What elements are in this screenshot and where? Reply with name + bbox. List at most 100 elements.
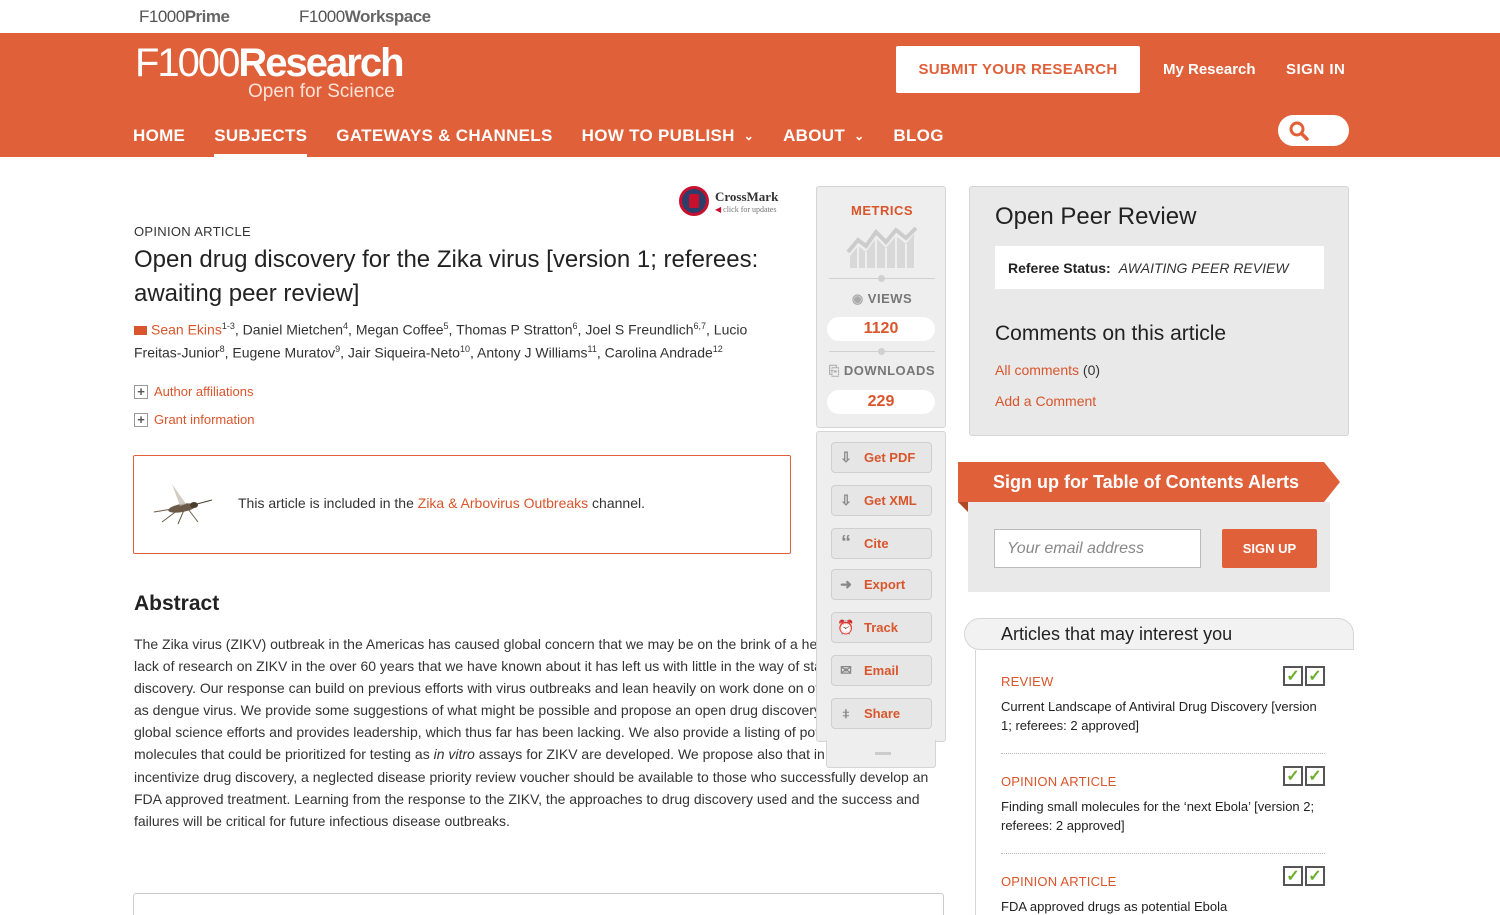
related-article-title: Finding small molecules for the ‘next Eb…	[1001, 799, 1315, 833]
tools-collapse-tab[interactable]	[826, 740, 936, 768]
author-sup: 6	[572, 321, 578, 331]
xml-icon: ⇩	[840, 492, 852, 508]
metrics-panel: METRICS ◉ VIEWS 1120 ⎘ DOWNLOADS 229	[816, 186, 946, 428]
crossmark-badge[interactable]: CrossMark ◀ click for updates	[679, 186, 778, 216]
author-name: Daniel Mietchen	[242, 321, 344, 338]
all-comments-label: All comments	[995, 362, 1080, 378]
share-icon: ⧧	[842, 705, 850, 721]
nav-home-label: HOME	[133, 126, 186, 145]
check-icon: ✓	[1305, 866, 1325, 886]
author-sup: 11	[587, 343, 597, 354]
crossmark-title: CrossMark	[715, 188, 779, 204]
cite-button[interactable]: “ Cite	[831, 528, 932, 559]
pdf-icon: ⇩	[840, 449, 852, 465]
my-research-link[interactable]: My Research	[1163, 61, 1256, 78]
author-sup: 4	[343, 321, 349, 331]
search-button[interactable]	[1278, 115, 1349, 146]
author-name: Jair Siqueira-Neto	[347, 344, 460, 361]
get-pdf-label: Get PDF	[864, 450, 916, 465]
downloads-count: 229	[827, 390, 935, 414]
plus-icon: +	[134, 412, 148, 427]
article-tools: ⇩ Get PDF ⇩ Get XML “ Cite ➜ Export ⏰ Track ✉…	[816, 431, 946, 742]
channel-link[interactable]: Zika & Arbovirus Outbreaks	[418, 495, 588, 511]
download-icon: ⎘	[828, 363, 840, 378]
referee-status-value: AWAITING PEER REVIEW	[1118, 259, 1289, 276]
email-button[interactable]: ✉ Email	[831, 655, 932, 686]
author-name: Antony J Williams	[477, 344, 588, 361]
track-button[interactable]: ⏰ Track	[831, 612, 932, 643]
author-list: Sean Ekins1-3, Daniel Mietchen4, Megan C…	[134, 321, 748, 361]
nav-how-to-publish-label: HOW TO PUBLISH	[581, 126, 735, 145]
nav-about-label: ABOUT	[783, 126, 846, 145]
nav-subjects[interactable]: SUBJECTS	[214, 126, 308, 157]
email-address-input[interactable]: Your email address	[994, 529, 1201, 568]
views-count: 1120	[827, 317, 935, 341]
eye-icon: ◉	[851, 291, 864, 306]
author-link[interactable]: Sean Ekins	[151, 322, 222, 338]
downloads-label: ⎘ DOWNLOADS	[817, 363, 947, 379]
nav-blog[interactable]: BLOG	[893, 126, 943, 157]
submit-research-button[interactable]: SUBMIT YOUR RESEARCH	[896, 46, 1140, 93]
author-name: Megan Coffee	[355, 321, 444, 338]
metrics-label[interactable]: METRICS	[817, 203, 947, 218]
open-peer-review-panel: Open Peer Review Referee Status: AWAITING…	[969, 186, 1349, 436]
f1000workspace-link[interactable]: F1000Workspace	[299, 7, 431, 27]
search-icon	[1289, 121, 1309, 141]
nav-about[interactable]: ABOUT ⌄	[783, 126, 864, 157]
peer-review-heading: Open Peer Review	[995, 203, 1197, 230]
add-comment-link[interactable]: Add a Comment	[995, 393, 1096, 409]
arrow-left-icon: ◀	[715, 204, 722, 214]
abstract-italic: in vitro	[433, 746, 475, 763]
export-button[interactable]: ➜ Export	[831, 569, 932, 600]
related-articles-rail	[975, 650, 976, 915]
top-strip: F1000Prime F1000Workspace	[0, 0, 1500, 33]
get-xml-label: Get XML	[864, 493, 917, 508]
ribbon-fold	[958, 502, 968, 512]
author-name: Joel S Freundlich	[585, 321, 694, 338]
alarm-clock-icon: ⏰	[837, 619, 855, 635]
mosquito-icon	[153, 484, 213, 525]
referee-status-label: Referee Status:	[1008, 259, 1111, 276]
nav-gateways-label: GATEWAYS & CHANNELS	[336, 126, 553, 145]
brand1-bold: Prime	[184, 7, 230, 26]
share-label: Share	[864, 706, 901, 721]
check-icon: ✓	[1283, 766, 1303, 786]
views-label: ◉ VIEWS	[817, 291, 947, 307]
get-xml-button[interactable]: ⇩ Get XML	[831, 485, 932, 516]
referee-status: Referee Status: AWAITING PEER REVIEW	[995, 246, 1324, 289]
get-pdf-button[interactable]: ⇩ Get PDF	[831, 442, 932, 473]
sign-in-link[interactable]: SIGN IN	[1286, 61, 1345, 78]
sign-up-button[interactable]: SIGN UP	[1222, 529, 1317, 568]
track-label: Track	[864, 620, 898, 635]
related-article-item[interactable]: OPINION ARTICLE Finding small molecules …	[1001, 766, 1325, 835]
divider-dot	[878, 275, 885, 282]
author-sup: 1-3	[221, 321, 235, 331]
abstract-heading: Abstract	[134, 592, 220, 615]
export-icon: ➜	[840, 576, 852, 592]
all-comments-link[interactable]: All comments (0)	[995, 362, 1100, 378]
divider-dot	[878, 348, 885, 355]
nav-home[interactable]: HOME	[133, 126, 185, 157]
crossmark-text: CrossMark ◀ click for updates	[715, 189, 778, 214]
share-button[interactable]: ⧧ Share	[831, 698, 932, 729]
f1000prime-link[interactable]: F1000Prime	[139, 7, 230, 27]
nav-gateways[interactable]: GATEWAYS & CHANNELS	[336, 126, 552, 157]
nav-subjects-label: SUBJECTS	[214, 126, 308, 145]
author-affiliations-toggle[interactable]: + Author affiliations	[134, 384, 254, 399]
author-name: Carolina Andrade	[604, 344, 713, 361]
divider	[1001, 753, 1325, 754]
related-article-item[interactable]: REVIEW Current Landscape of Antiviral Dr…	[1001, 666, 1325, 735]
toc-alerts-heading: Sign up for Table of Contents Alerts	[958, 462, 1340, 502]
f1000research-logo[interactable]: F1000Research	[135, 43, 405, 83]
nav-how-to-publish[interactable]: HOW TO PUBLISH ⌄	[582, 126, 754, 157]
author-sup: 6,7	[693, 321, 707, 331]
grant-information-label: Grant information	[154, 412, 255, 427]
author-sup: 10	[459, 343, 470, 354]
main-nav: HOME SUBJECTS GATEWAYS & CHANNELS HOW TO…	[133, 126, 944, 157]
site-header: F1000Research Open for Science SUBMIT YO…	[0, 33, 1500, 157]
article-title: Open drug discovery for the Zika virus […	[134, 246, 759, 307]
brand2-bold: Workspace	[344, 7, 431, 26]
related-article-item[interactable]: OPINION ARTICLE FDA approved drugs as po…	[1001, 866, 1325, 915]
grant-information-toggle[interactable]: + Grant information	[134, 412, 254, 427]
check-icon: ✓	[1305, 766, 1325, 786]
